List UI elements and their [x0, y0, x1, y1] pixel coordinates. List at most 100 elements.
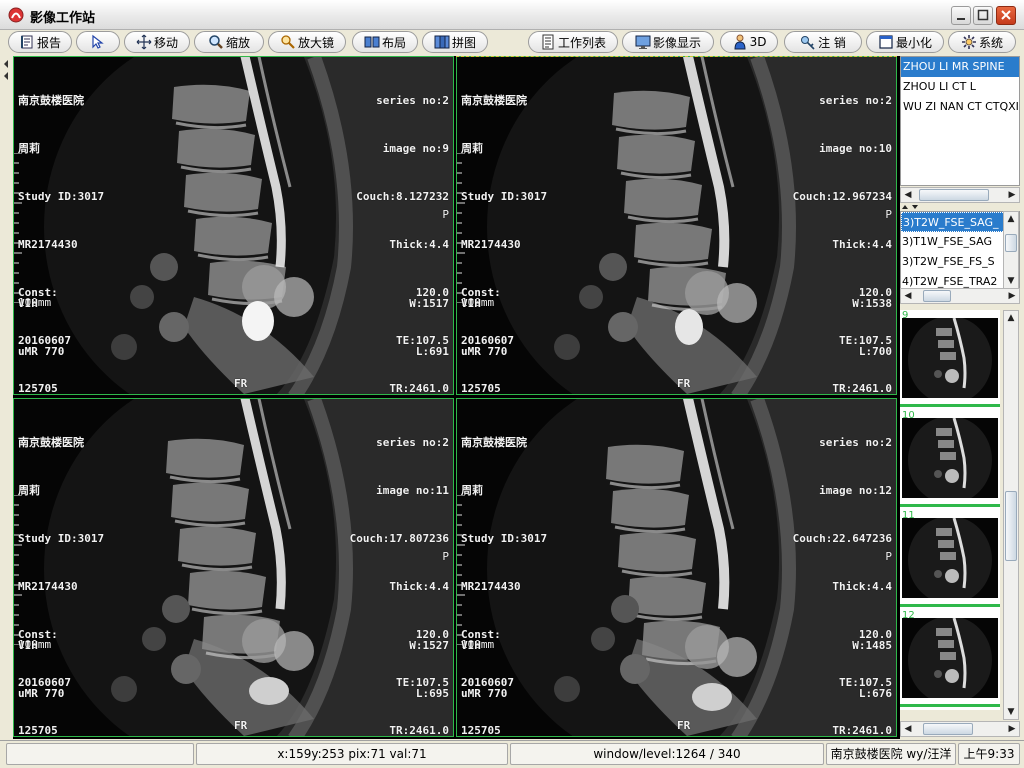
stitch-label: 拼图: [451, 35, 476, 50]
worklist-icon: [542, 34, 554, 50]
cursor-arrow-icon: [92, 34, 104, 49]
monitor-icon: [635, 35, 651, 49]
scroll-up-icon[interactable]: ▲: [1004, 311, 1018, 325]
right-panel: ZHOU LI MR SPINE ZHOU LI CT L WU ZI NAN CT…: [900, 56, 1024, 739]
scroll-left-icon[interactable]: ◀: [901, 722, 915, 736]
window-level: L:700: [858, 345, 892, 358]
3d-button[interactable]: 3D: [720, 31, 778, 53]
series-list[interactable]: 3)T2W_FSE_SAG_ 3)T1W_FSE_SAG 3)T2W_FSE_FS_…: [900, 211, 1020, 289]
thumbnail-image[interactable]: [902, 616, 998, 704]
scroll-thumb[interactable]: [919, 189, 989, 201]
layout-label: 布局: [381, 35, 406, 50]
minimize-window-button[interactable]: [951, 6, 971, 25]
system-button[interactable]: 系统: [948, 31, 1016, 53]
zoom-button[interactable]: 缩放: [194, 31, 264, 53]
overlay-bottom-left: VIH uMR 770: [461, 264, 507, 392]
splitter-grip-icon[interactable]: [900, 204, 1020, 210]
window-level: L:695: [415, 687, 449, 700]
scroll-down-icon[interactable]: ▼: [1004, 705, 1018, 719]
scanner-model: uMR 770: [18, 687, 65, 700]
thumbnail-item[interactable]: 12: [900, 610, 1000, 710]
patient-list[interactable]: ZHOU LI MR SPINE ZHOU LI CT L WU ZI NAN CT…: [900, 56, 1020, 186]
minimize-app-button[interactable]: 最小化: [866, 31, 944, 53]
worklist-button[interactable]: 工作列表: [528, 31, 618, 53]
magnifier-label: 放大镜: [297, 35, 334, 50]
scroll-right-icon[interactable]: ▶: [1005, 722, 1019, 736]
scroll-left-icon[interactable]: ◀: [901, 289, 915, 303]
image-number: image no:10: [819, 142, 892, 155]
thumbnail-hscrollbar[interactable]: ◀ ▶: [900, 721, 1020, 737]
thumbnail-image[interactable]: [902, 316, 998, 404]
thumbnail-separator: [900, 604, 1000, 607]
close-window-button[interactable]: [996, 6, 1016, 25]
series-number: series no:2: [819, 436, 892, 449]
scroll-thumb[interactable]: [1005, 234, 1017, 252]
thumbnail-separator: [900, 704, 1000, 707]
thumbnail-item[interactable]: 9: [900, 310, 1000, 410]
title-bar: 影像工作站: [0, 0, 1024, 30]
image-number: image no:12: [819, 484, 892, 497]
scroll-up-icon[interactable]: ▲: [1004, 212, 1018, 226]
logout-button[interactable]: 注 销: [784, 31, 862, 53]
series-list-item[interactable]: 3)T2W_FSE_SAG_: [901, 212, 1019, 232]
user-info: 南京鼓楼医院 wy/汪洋: [826, 743, 956, 765]
window-width: W:1517: [409, 297, 449, 310]
patient-list-item[interactable]: ZHOU LI MR SPINE: [901, 57, 1019, 77]
series-list-vscrollbar[interactable]: ▲ ▼: [1003, 211, 1019, 289]
thumbnail-item[interactable]: 10: [900, 410, 1000, 510]
clock: 上午9:33: [958, 743, 1020, 765]
magnifier-button[interactable]: 放大镜: [268, 31, 346, 53]
stitch-images-icon: [434, 35, 450, 49]
institution-code: VIH: [18, 297, 38, 310]
layout-button[interactable]: 布局: [352, 31, 418, 53]
scroll-thumb[interactable]: [923, 290, 951, 302]
patient-list-item[interactable]: WU ZI NAN CT CTQXI: [901, 97, 1019, 117]
report-button[interactable]: 报告: [8, 31, 72, 53]
select-pointer-button[interactable]: [76, 31, 120, 53]
window-width: W:1485: [852, 639, 892, 652]
status-empty-cell: [6, 743, 194, 765]
orientation-bottom: FR: [234, 377, 248, 390]
scroll-thumb[interactable]: [923, 723, 973, 735]
window-width: W:1527: [409, 639, 449, 652]
scanner-model: uMR 770: [18, 345, 65, 358]
key-icon: [801, 36, 815, 50]
patient-list-item[interactable]: ZHOU LI CT L: [901, 77, 1019, 97]
image-viewport[interactable]: 南京鼓楼医院 周莉 Study ID:3017 MR2174430 Const:…: [13, 398, 454, 737]
institution-code: VIH: [461, 297, 481, 310]
scroll-thumb[interactable]: [1005, 491, 1017, 561]
couch-position: Couch:22.647236: [792, 532, 892, 545]
series-list-hscrollbar[interactable]: ◀ ▶: [900, 288, 1020, 304]
thumbnail-item[interactable]: 11: [900, 510, 1000, 610]
mr-thumbnail-icon: [902, 516, 998, 604]
mr-number: MR2174430: [461, 580, 521, 593]
system-label: 系统: [978, 35, 1003, 50]
thumbnail-separator: [900, 504, 1000, 507]
zoom-label: 缩放: [225, 35, 250, 50]
series-list-item[interactable]: 3)T1W_FSE_SAG: [901, 232, 1019, 252]
patient-name: 周莉: [18, 484, 40, 497]
left-collapse-strip[interactable]: [0, 56, 13, 739]
scroll-right-icon[interactable]: ▶: [1005, 188, 1019, 202]
series-list-item[interactable]: 4)T2W_FSE_TRA2: [901, 272, 1019, 288]
stitch-button[interactable]: 拼图: [422, 31, 488, 53]
scroll-right-icon[interactable]: ▶: [1005, 289, 1019, 303]
image-display-button[interactable]: 影像显示: [622, 31, 714, 53]
patient-list-hscrollbar[interactable]: ◀ ▶: [900, 187, 1020, 203]
collapse-arrow-icon: [4, 60, 8, 80]
slice-thickness: Thick:4.4: [832, 580, 892, 593]
orientation-bottom: FR: [677, 377, 691, 390]
image-viewport[interactable]: 南京鼓楼医院 周莉 Study ID:3017 MR2174430 Const:…: [456, 56, 897, 395]
thumbnail-image[interactable]: [902, 416, 998, 504]
maximize-window-button[interactable]: [973, 6, 993, 25]
move-button[interactable]: 移动: [124, 31, 190, 53]
scroll-down-icon[interactable]: ▼: [1004, 274, 1018, 288]
slice-thickness: Thick:4.4: [832, 238, 892, 251]
image-viewport[interactable]: 南京鼓楼医院 周莉 Study ID:3017 MR2174430 Const:…: [13, 56, 454, 395]
series-list-item[interactable]: 3)T2W_FSE_FS_S: [901, 252, 1019, 272]
thumbnail-vscrollbar[interactable]: ▲ ▼: [1003, 310, 1019, 720]
image-viewport[interactable]: 南京鼓楼医院 周莉 Study ID:3017 MR2174430 Const:…: [456, 398, 897, 737]
thumbnail-image[interactable]: [902, 516, 998, 604]
scroll-left-icon[interactable]: ◀: [901, 188, 915, 202]
maximize-icon: [977, 9, 989, 21]
